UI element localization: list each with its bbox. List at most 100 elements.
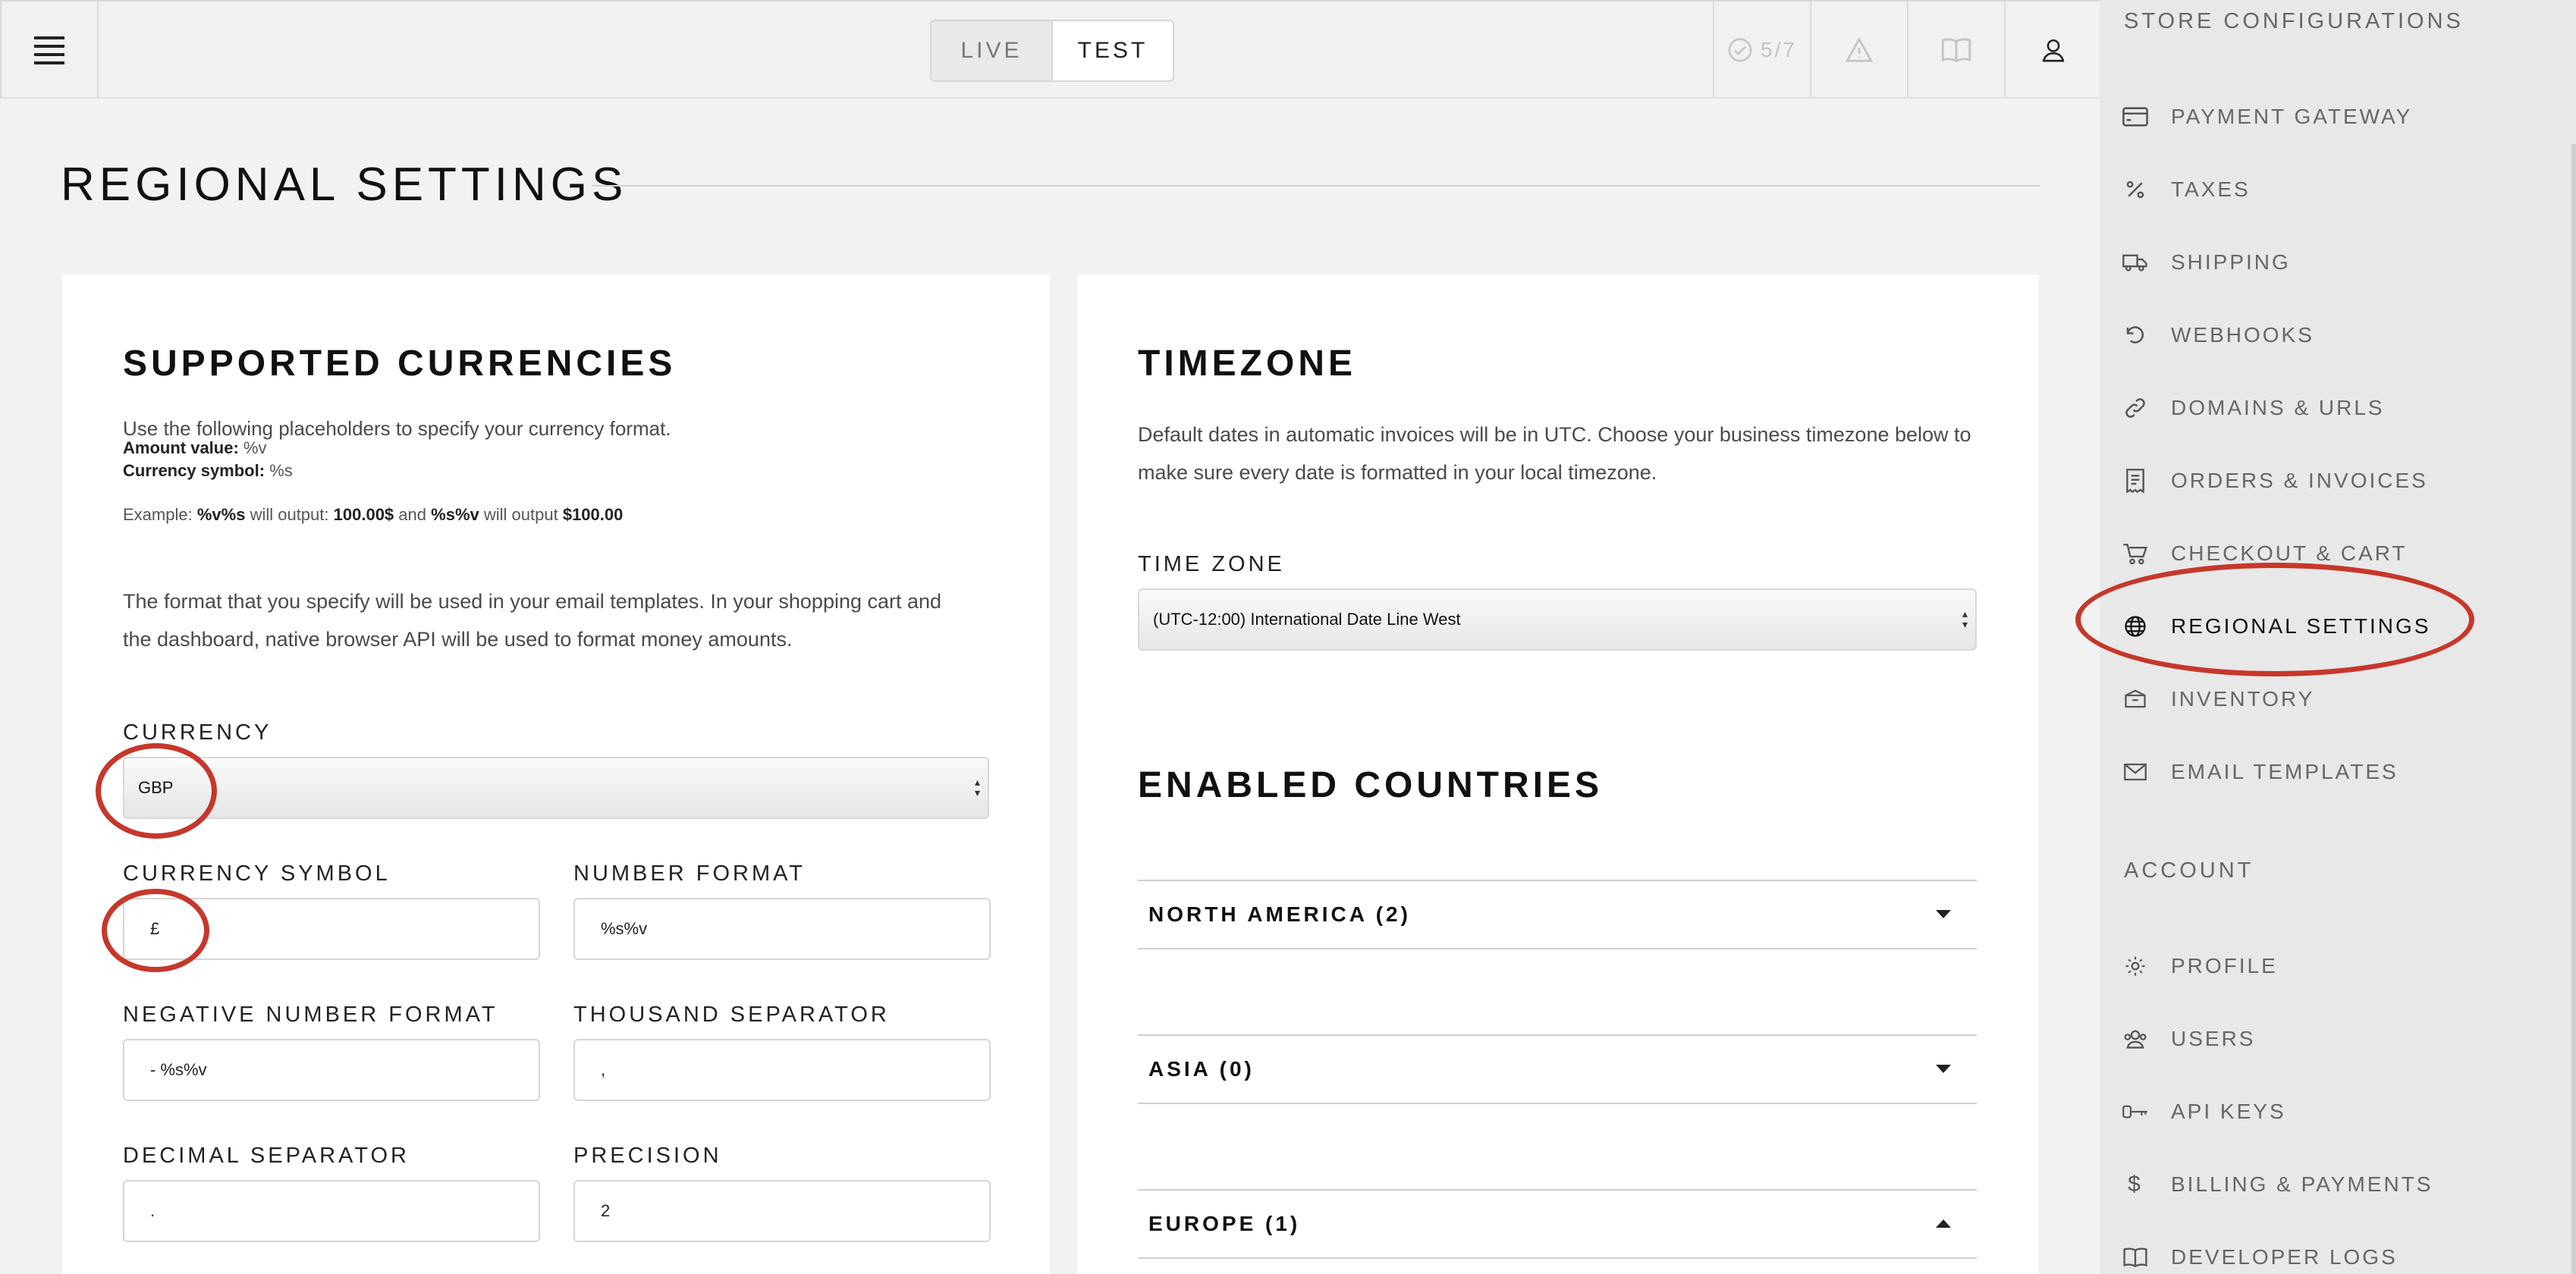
currency-symbol-label: CURRENCY SYMBOL: [123, 861, 391, 886]
currencies-title: SUPPORTED CURRENCIES: [123, 344, 677, 384]
book-icon: [1941, 38, 1971, 63]
live-mode-button[interactable]: LIVE: [931, 21, 1051, 80]
sidebar-item-regional-settings[interactable]: REGIONAL SETTINGS: [2122, 604, 2430, 649]
gear-icon: [2122, 953, 2148, 979]
currency-selected-value: GBP: [138, 778, 174, 797]
percent-icon: [2122, 177, 2148, 202]
example-and: and: [398, 505, 427, 524]
sidebar-item-label: BILLING & PAYMENTS: [2171, 1172, 2433, 1196]
sidebar-item-label: REGIONAL SETTINGS: [2171, 614, 2431, 638]
live-test-toggle[interactable]: LIVE TEST: [930, 20, 1174, 82]
sidebar-item-label: TAXES: [2171, 177, 2251, 201]
accordion-asia[interactable]: ASIA (0): [1138, 1034, 1977, 1104]
number-format-label: NUMBER FORMAT: [573, 861, 806, 886]
example-text-2: will output: [483, 505, 558, 524]
receipt-icon: [2122, 468, 2148, 494]
decimal-separator-input[interactable]: .: [123, 1180, 540, 1242]
docs-button[interactable]: [1907, 2, 2004, 99]
sidebar-item-taxes[interactable]: TAXES: [2122, 167, 2251, 212]
negative-format-input[interactable]: - %s%v: [123, 1039, 540, 1101]
sidebar-item-label: API KEYS: [2171, 1100, 2286, 1123]
accordion-label: NORTH AMERICA (2): [1148, 902, 1411, 926]
accordion-europe[interactable]: EUROPE (1): [1138, 1189, 1977, 1259]
user-icon: [2042, 39, 2065, 62]
select-arrows-icon: ▴ ▾: [974, 776, 980, 799]
store-configurations-heading: STORE CONFIGURATIONS: [2124, 9, 2464, 33]
users-icon: [2122, 1026, 2148, 1052]
link-icon: [2122, 395, 2148, 421]
format-example: Example: %v%s will output: 100.00$ and %…: [123, 504, 623, 526]
sidebar-item-domains[interactable]: DOMAINS & URLS: [2122, 385, 2385, 431]
chevron-up-icon: [1936, 1219, 1951, 1228]
example-format-2: %s%v: [431, 505, 479, 524]
time-zone-label: TIME ZONE: [1138, 552, 1285, 576]
cart-icon: [2122, 541, 2148, 566]
sidebar-item-label: DEVELOPER LOGS: [2171, 1245, 2398, 1269]
sidebar-item-billing[interactable]: $ BILLING & PAYMENTS: [2122, 1162, 2433, 1207]
truck-icon: [2122, 249, 2148, 275]
title-divider: [592, 185, 2040, 187]
timezone-description: Default dates in automatic invoices will…: [1138, 423, 1971, 484]
currencies-card: SUPPORTED CURRENCIES Use the following p…: [62, 275, 1050, 1274]
setup-progress[interactable]: 5/7: [1713, 2, 1810, 99]
sidebar-item-label: ORDERS & INVOICES: [2171, 469, 2428, 492]
sidebar-item-inventory[interactable]: INVENTORY: [2122, 676, 2314, 722]
menu-icon[interactable]: [2, 2, 99, 99]
check-circle-icon: [1728, 38, 1752, 62]
format-note: The format that you specify will be used…: [123, 590, 942, 651]
thousand-separator-input[interactable]: ,: [573, 1039, 991, 1101]
precision-input[interactable]: 2: [573, 1180, 991, 1242]
countries-title: ENABLED COUNTRIES: [1138, 765, 1604, 805]
amount-label: Amount value:: [123, 438, 239, 457]
test-mode-button[interactable]: TEST: [1051, 21, 1173, 80]
sidebar-item-label: PROFILE: [2171, 954, 2278, 977]
thousand-separator-label: THOUSAND SEPARATOR: [573, 1003, 890, 1027]
example-output-2: $100.00: [562, 505, 624, 524]
sidebar-item-label: PAYMENT GATEWAY: [2171, 105, 2413, 128]
page-title: REGIONAL SETTINGS: [61, 158, 628, 211]
scrollbar[interactable]: [2571, 144, 2576, 1274]
box-icon: [2122, 686, 2148, 712]
accordion-label: EUROPE (1): [1148, 1212, 1301, 1235]
sidebar-item-label: EMAIL TEMPLATES: [2171, 760, 2399, 783]
sidebar-item-payment-gateway[interactable]: PAYMENT GATEWAY: [2122, 94, 2412, 140]
accordion-label: ASIA (0): [1148, 1057, 1255, 1081]
sidebar-item-email-templates[interactable]: EMAIL TEMPLATES: [2122, 749, 2399, 795]
sidebar-item-users[interactable]: USERS: [2122, 1016, 2255, 1062]
currency-select[interactable]: GBP ▴ ▾: [123, 757, 989, 819]
chevron-down-icon: [1936, 910, 1951, 918]
progress-count: 5/7: [1761, 38, 1797, 61]
sidebar-item-shipping[interactable]: SHIPPING: [2122, 240, 2291, 285]
sidebar-item-developer-logs[interactable]: DEVELOPER LOGS: [2122, 1235, 2398, 1274]
sidebar-item-profile[interactable]: PROFILE: [2122, 943, 2278, 989]
example-prefix: Example:: [123, 505, 193, 524]
chevron-down-icon: [1936, 1065, 1951, 1073]
key-icon: [2122, 1099, 2148, 1125]
sidebar-item-api-keys[interactable]: API KEYS: [2122, 1089, 2286, 1134]
number-format-input[interactable]: %s%v: [573, 898, 991, 960]
currency-symbol-input[interactable]: £: [123, 898, 540, 960]
timezone-card: TIMEZONE Default dates in automatic invo…: [1077, 275, 2039, 1274]
envelope-icon: [2122, 759, 2148, 785]
amount-value: %v: [243, 438, 267, 457]
dollar-icon: $: [2128, 1172, 2143, 1197]
currency-label: CURRENCY: [123, 720, 272, 745]
time-zone-select[interactable]: (UTC-12:00) International Date Line West…: [1138, 588, 1977, 651]
alerts-button[interactable]: [1810, 2, 1907, 99]
settings-sidebar: STORE CONFIGURATIONS PAYMENT GATEWAY TAX…: [2075, 0, 2576, 1274]
accordion-north-america[interactable]: NORTH AMERICA (2): [1138, 880, 1977, 949]
sidebar-item-orders[interactable]: ORDERS & INVOICES: [2122, 458, 2428, 504]
account-heading: ACCOUNT: [2124, 858, 2254, 883]
sidebar-item-label: DOMAINS & URLS: [2171, 396, 2385, 419]
book-icon: [2122, 1244, 2148, 1270]
time-zone-selected-value: (UTC-12:00) International Date Line West: [1153, 610, 1461, 629]
account-button[interactable]: [2004, 2, 2101, 99]
amount-placeholder: Amount value: %v: [123, 437, 266, 460]
top-icon-group: 5/7: [1713, 2, 2101, 99]
sidebar-item-checkout[interactable]: CHECKOUT & CART: [2122, 531, 2408, 576]
sidebar-item-webhooks[interactable]: WEBHOOKS: [2122, 312, 2314, 358]
sidebar-item-label: INVENTORY: [2171, 687, 2315, 711]
undo-arrow-icon: [2122, 322, 2148, 348]
top-bar: LIVE TEST 5/7: [0, 0, 2100, 99]
sidebar-item-label: WEBHOOKS: [2171, 323, 2314, 347]
